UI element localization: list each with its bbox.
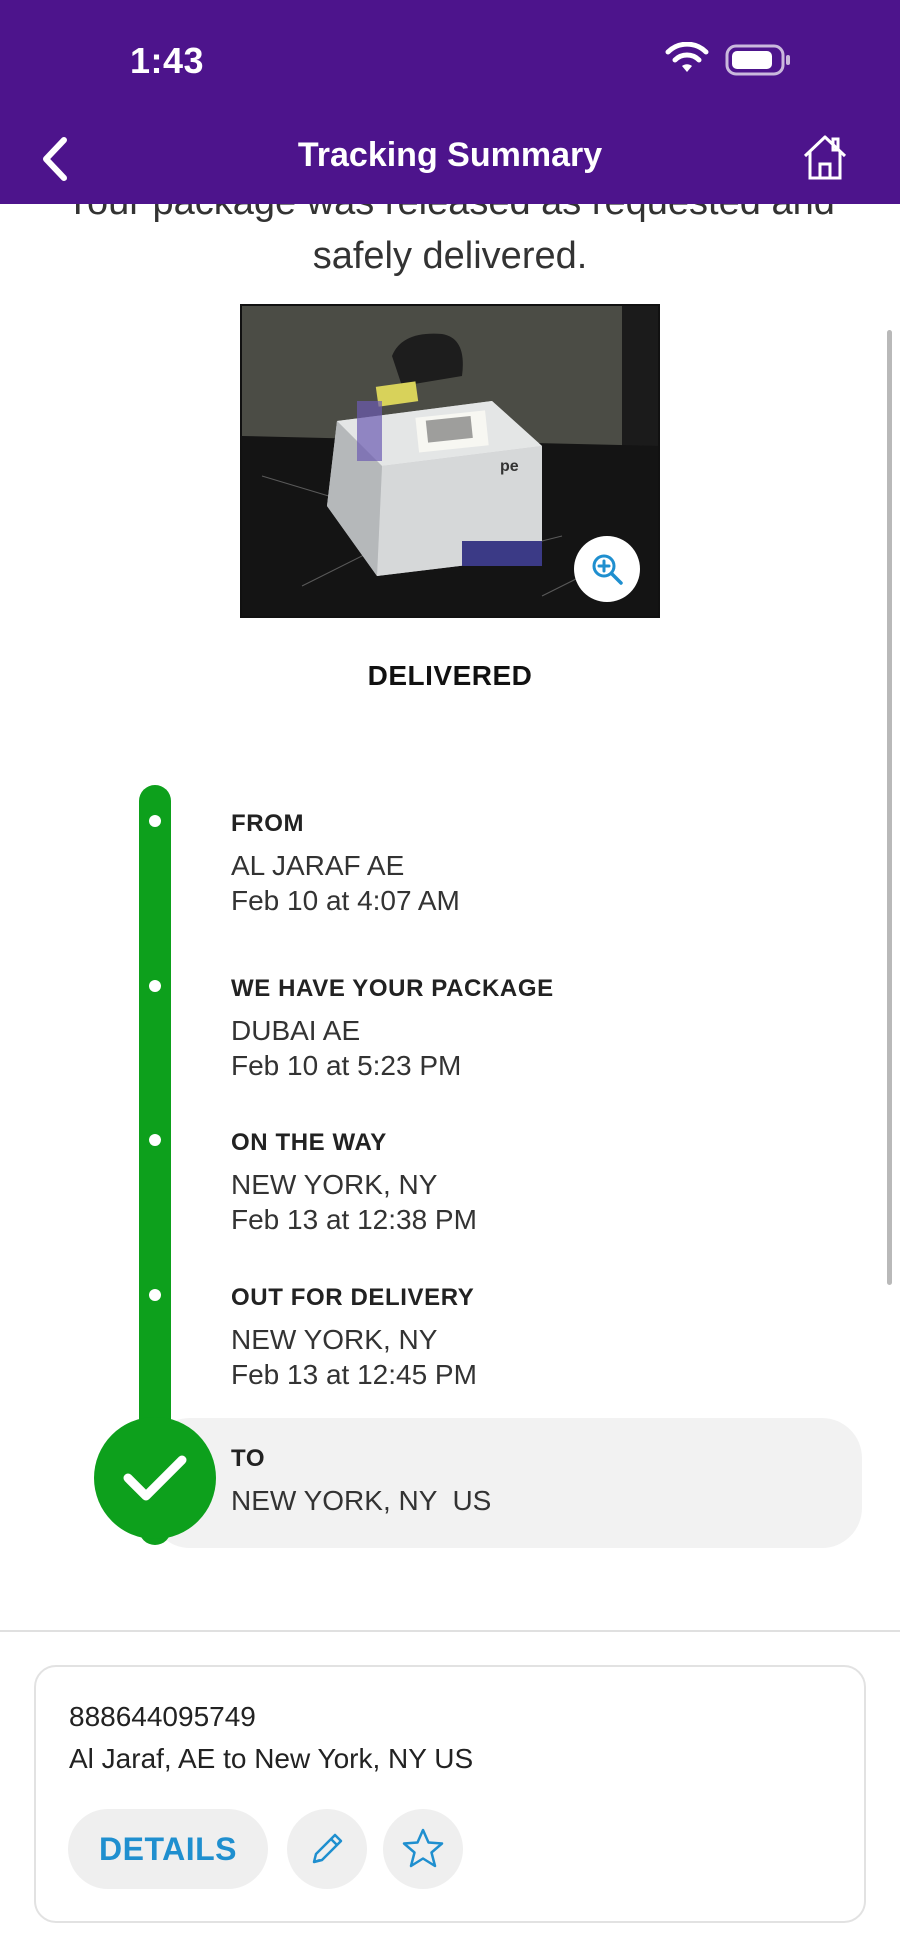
event-time: Feb 10 at 4:07 AM [231, 885, 460, 916]
event-label: TO [231, 1445, 266, 1472]
timeline-dot [149, 1289, 161, 1301]
checkmark-icon [123, 1455, 187, 1501]
timeline-dot [149, 1134, 161, 1146]
event-time: Feb 13 at 12:45 PM [231, 1359, 477, 1390]
event-label: ON THE WAY [231, 1129, 387, 1156]
event-time: Feb 10 at 5:23 PM [231, 1050, 462, 1081]
shipment-card: 888644095749 Al Jaraf, AE to New York, N… [34, 1665, 866, 1923]
timeline-event: OUT FOR DELIVERY NEW YORK, NY Feb 13 at … [231, 1284, 477, 1392]
event-label: FROM [231, 810, 305, 837]
app-header: 1:43 Tracking Summary [0, 0, 900, 204]
timeline-event: WE HAVE YOUR PACKAGE DUBAI AE Feb 10 at … [231, 975, 554, 1083]
event-location: AL JARAF AE [231, 850, 405, 881]
event-location: NEW YORK, NY US [231, 1485, 492, 1516]
star-icon [402, 1828, 444, 1868]
timeline-dot [149, 815, 161, 827]
timeline-event: FROM AL JARAF AE Feb 10 at 4:07 AM [231, 810, 460, 918]
details-button[interactable]: DETAILS [68, 1809, 268, 1889]
scrollbar[interactable] [887, 330, 892, 1285]
home-icon[interactable] [800, 132, 850, 182]
status-time: 1:43 [130, 40, 205, 81]
edit-button[interactable] [287, 1809, 367, 1889]
pencil-icon [312, 1833, 343, 1864]
favorite-button[interactable] [383, 1809, 463, 1889]
event-time: Feb 13 at 12:38 PM [231, 1204, 477, 1235]
zoom-in-button[interactable] [574, 536, 640, 602]
tracking-number: 888644095749 [69, 1701, 256, 1732]
shipment-route: Al Jaraf, AE to New York, NY US [69, 1743, 474, 1774]
page-title: Tracking Summary [297, 136, 603, 174]
event-location: NEW YORK, NY [231, 1169, 438, 1200]
svg-text:pe: pe [500, 458, 519, 475]
section-divider [0, 1630, 900, 1632]
event-location: NEW YORK, NY [231, 1324, 438, 1355]
delivered-check-badge [94, 1417, 216, 1539]
shipment-status: DELIVERED [367, 660, 533, 691]
zoom-in-icon [592, 554, 623, 585]
event-location: DUBAI AE [231, 1015, 361, 1046]
timeline-dot [149, 980, 161, 992]
timeline-destination: TO NEW YORK, NY US [231, 1445, 491, 1518]
battery-icon [725, 44, 790, 76]
wifi-icon [665, 42, 709, 72]
event-label: OUT FOR DELIVERY [231, 1284, 475, 1311]
timeline-event: ON THE WAY NEW YORK, NY Feb 13 at 12:38 … [231, 1129, 477, 1237]
event-label: WE HAVE YOUR PACKAGE [231, 975, 554, 1002]
